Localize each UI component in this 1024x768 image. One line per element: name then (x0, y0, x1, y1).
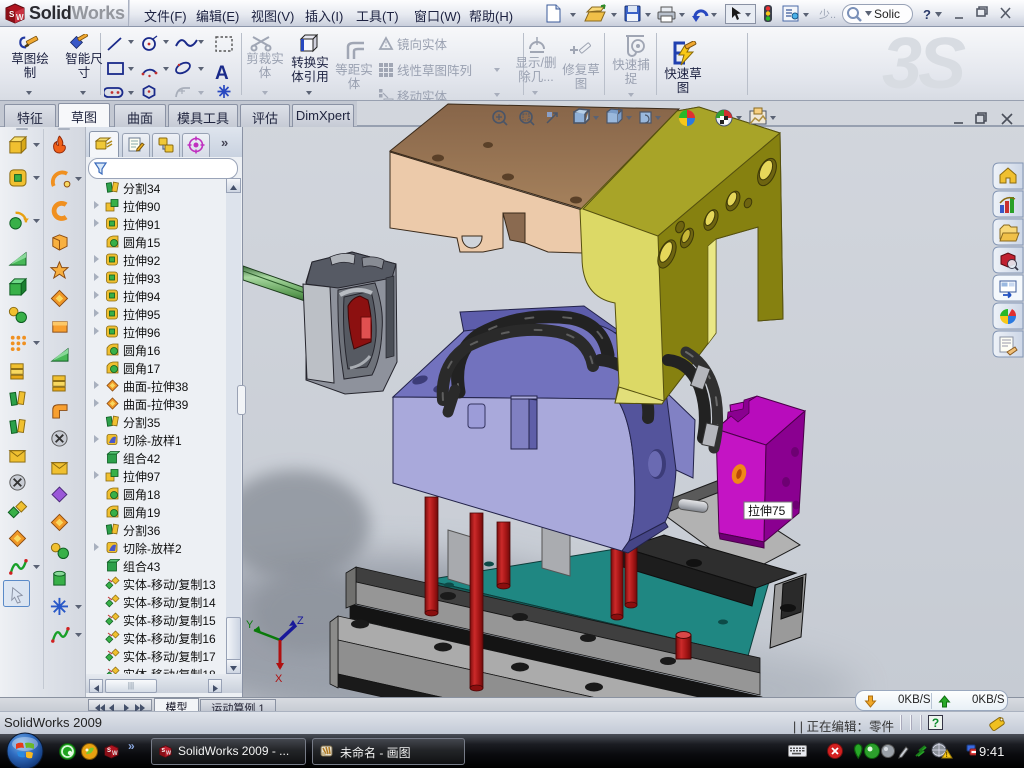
svg-text:拉伸75: 拉伸75 (748, 503, 786, 518)
svg-text:Y: Y (246, 619, 254, 631)
svg-text:!: ! (946, 752, 948, 759)
svg-text:X: X (275, 673, 283, 685)
svg-text:Solic: Solic (874, 7, 900, 21)
svg-text:S: S (9, 10, 15, 19)
svg-text:?: ? (923, 7, 931, 22)
svg-text:W: W (166, 751, 171, 757)
svg-text:W: W (16, 13, 24, 22)
svg-text:S: S (162, 748, 166, 754)
svg-text:Z: Z (297, 615, 304, 627)
svg-text:少..: 少.. (819, 8, 836, 21)
svg-text:A: A (215, 63, 229, 84)
svg-text:W: W (112, 751, 118, 757)
svg-text:S: S (107, 748, 111, 754)
